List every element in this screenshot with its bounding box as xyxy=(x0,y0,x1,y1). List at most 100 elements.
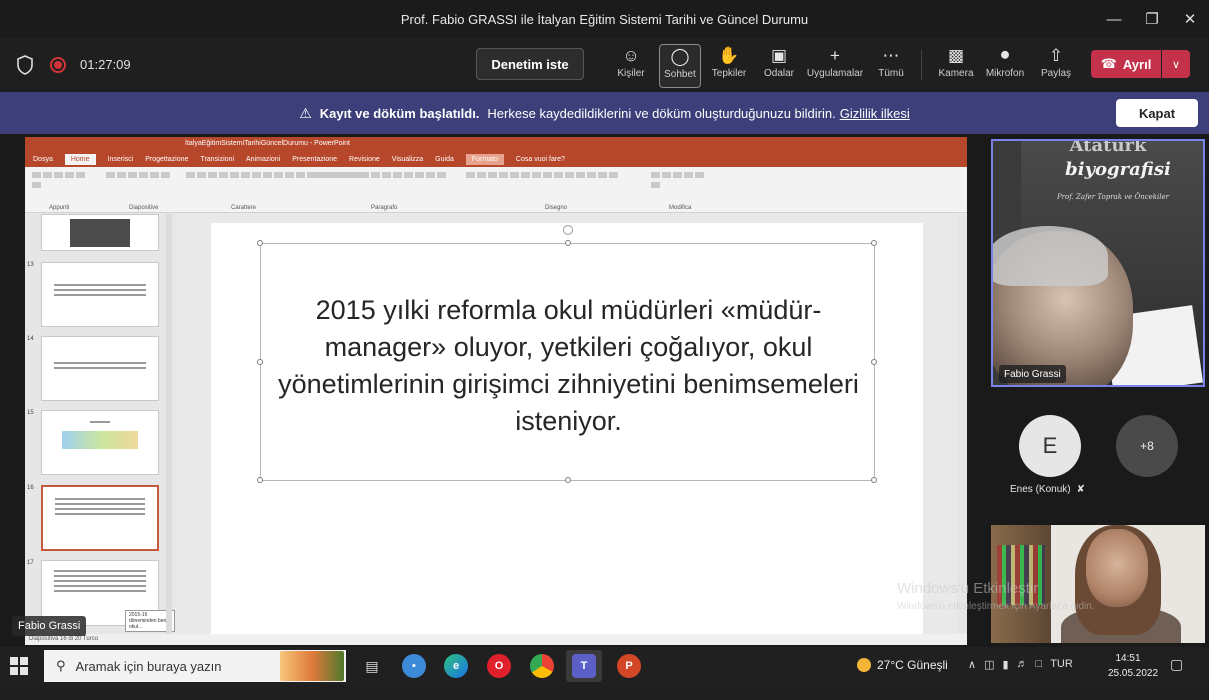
slide-canvas: 2015 yılki reformla okul müdürleri «müdü… xyxy=(211,223,923,637)
weather-text: 27°C Güneşli xyxy=(877,658,948,672)
ppt-status-bar: Diapositiva 16 di 20 Turco xyxy=(25,634,967,645)
ppt-ribbon: Appunti Diapositive Carattere Paragrafo … xyxy=(25,167,967,213)
toolbar-apps-button[interactable]: + Uygulamalar xyxy=(804,44,866,88)
toolbar-reactions-button[interactable]: ✋ Tepkiler xyxy=(709,44,749,88)
thumbnail-scrollbar[interactable] xyxy=(166,214,172,634)
resize-handle[interactable] xyxy=(565,477,571,483)
leave-button[interactable]: ☎ Ayrıl xyxy=(1091,50,1161,78)
toolbar-rooms-button[interactable]: ▣ Odalar xyxy=(761,44,797,88)
toolbar-people-button[interactable]: ☺ Kişiler xyxy=(612,44,650,88)
ribbon-slides-tools[interactable] xyxy=(105,171,175,201)
file-explorer-icon[interactable]: ▪ xyxy=(402,654,426,678)
sun-icon xyxy=(857,658,871,672)
share-icon: ⇧ xyxy=(1048,46,1064,65)
chat-icon: ◯ xyxy=(670,47,690,66)
leave-options-button[interactable]: ∨ xyxy=(1162,50,1190,78)
more-participants-button[interactable]: +8 xyxy=(1116,415,1178,477)
ppt-tab[interactable]: Revisione xyxy=(349,156,380,163)
slide-thumbnail[interactable] xyxy=(41,214,159,251)
people-icon: ☺ xyxy=(622,46,640,65)
maximize-icon[interactable]: ❐ xyxy=(1133,0,1171,38)
windows-start-icon[interactable] xyxy=(10,657,28,675)
slide-thumbnail[interactable] xyxy=(41,262,159,327)
ppt-tab[interactable]: Progettazione xyxy=(145,156,188,163)
slide-thumbnail[interactable] xyxy=(41,336,159,401)
powerpoint-icon[interactable]: P xyxy=(617,654,641,678)
participant-avatar[interactable]: E xyxy=(1019,415,1081,477)
resize-handle[interactable] xyxy=(565,240,571,246)
network-icon[interactable]: ◫ xyxy=(984,658,994,671)
display-icon[interactable]: □ xyxy=(1036,658,1043,671)
ribbon-editing-tools[interactable] xyxy=(650,171,710,201)
windows-activation-subtext: Windows'u etkinleştirmek için Ayarlar'a … xyxy=(897,601,1095,612)
chevron-up-icon[interactable]: ∧ xyxy=(968,658,976,671)
ppt-tab[interactable]: Formato xyxy=(465,153,504,165)
ppt-tab[interactable]: Dosya xyxy=(33,156,53,163)
ppt-tab[interactable]: Guida xyxy=(435,156,454,163)
privacy-policy-link[interactable]: Gizlilik ilkesi xyxy=(840,106,910,121)
ppt-title: İtalyaEğitimSistemiTarihiGüncelDurumu - … xyxy=(185,140,350,147)
edge-icon[interactable]: e xyxy=(444,654,468,678)
apps-icon: + xyxy=(830,46,840,65)
resize-handle[interactable] xyxy=(257,477,263,483)
ribbon-clipboard-tools[interactable] xyxy=(31,171,91,201)
ppt-tab[interactable]: Home xyxy=(64,153,96,165)
teams-icon[interactable]: T xyxy=(572,654,596,678)
slide-textbox[interactable]: 2015 yılki reformla okul müdürleri «müdü… xyxy=(257,240,877,483)
chrome-icon[interactable] xyxy=(530,654,554,678)
book-cover-subtitle: Prof. Zafer Toprak ve Öncekiler xyxy=(1056,193,1170,201)
slide-scrollbar[interactable] xyxy=(957,214,967,634)
request-control-button[interactable]: Denetim iste xyxy=(476,48,584,80)
notification-icon[interactable]: ▢ xyxy=(1170,656,1183,673)
resize-handle[interactable] xyxy=(257,240,263,246)
ppt-tab[interactable]: Transizioni xyxy=(200,156,234,163)
search-icon: ⚲ xyxy=(56,658,66,673)
search-highlight-image xyxy=(280,651,344,681)
taskbar-clock[interactable]: 14:51 25.05.2022 xyxy=(1108,651,1158,681)
shared-screen: İtalyaEğitimSistemiTarihiGüncelDurumu - … xyxy=(25,137,967,645)
toolbar-chat-button[interactable]: ◯ Sohbet xyxy=(659,44,701,88)
resize-handle[interactable] xyxy=(871,240,877,246)
shield-icon[interactable] xyxy=(16,55,34,75)
ppt-tab[interactable]: Animazioni xyxy=(246,156,280,163)
slide-thumbnail-selected[interactable] xyxy=(41,485,159,551)
task-view-icon[interactable]: ▤ xyxy=(360,654,384,678)
slide-number: 14 xyxy=(27,336,34,342)
rotate-handle-icon[interactable] xyxy=(563,225,573,235)
speaker-icon[interactable]: ♬ xyxy=(1017,658,1028,671)
rooms-icon: ▣ xyxy=(770,46,788,65)
ppt-tab[interactable]: Inserisci xyxy=(108,156,134,163)
minimize-icon[interactable]: — xyxy=(1095,0,1133,38)
weather-widget[interactable]: 27°C Güneşli xyxy=(857,658,948,672)
participant-hair xyxy=(993,226,1108,286)
ribbon-group-label: Disegno xyxy=(545,205,568,211)
slide-body-text[interactable]: 2015 yılki reformla okul müdürleri «müdü… xyxy=(261,292,876,440)
slide-thumbnail[interactable] xyxy=(41,410,159,475)
toolbar-share-button[interactable]: ⇧ Paylaş xyxy=(1038,44,1074,88)
windows-activation-watermark: Windows'u Etkinleştir xyxy=(897,580,1039,597)
mic-muted-icon: ✘ xyxy=(1076,484,1085,495)
opera-icon[interactable]: O xyxy=(487,654,511,678)
toolbar-camera-button[interactable]: ▩ Kamera xyxy=(936,44,976,88)
toolbar-mic-button[interactable]: ⚫ Mikrofon xyxy=(984,44,1026,88)
slide-number: 15 xyxy=(27,410,34,416)
reactions-icon: ✋ xyxy=(718,46,740,65)
slide-thumbnails-panel: 13 14 15 16 17 2015-16 döneminden ben ok… xyxy=(25,214,175,634)
participant-video-fabio[interactable]: Atatürk biyografisi Prof. Zafer Toprak v… xyxy=(991,139,1205,387)
ribbon-paragraph-tools[interactable] xyxy=(315,171,475,201)
close-banner-button[interactable]: Kapat xyxy=(1116,99,1198,127)
resize-handle[interactable] xyxy=(871,477,877,483)
language-indicator[interactable]: TUR xyxy=(1050,658,1073,671)
close-icon[interactable]: ✕ xyxy=(1171,0,1209,38)
camera-icon: ▩ xyxy=(947,46,965,65)
ppt-tell-me[interactable]: Cosa vuoi fare? xyxy=(516,156,565,163)
toolbar-more-button[interactable]: ⋯ Tümü xyxy=(874,44,908,88)
battery-icon[interactable]: ▮ xyxy=(1002,658,1008,671)
ribbon-drawing-tools[interactable] xyxy=(465,171,635,201)
slide-number: 13 xyxy=(27,262,34,268)
ppt-tab[interactable]: Visualizza xyxy=(392,156,423,163)
banner-text: Herkese kaydedildiklerini ve döküm oluşt… xyxy=(487,105,836,121)
recording-banner: ⚠ Kayıt ve döküm başlatıldı. Herkese kay… xyxy=(0,92,1209,134)
ppt-tab[interactable]: Presentazione xyxy=(292,156,337,163)
meeting-toolbar: 01:27:09 Denetim iste ☺ Kişiler ◯ Sohbet… xyxy=(0,38,1209,92)
